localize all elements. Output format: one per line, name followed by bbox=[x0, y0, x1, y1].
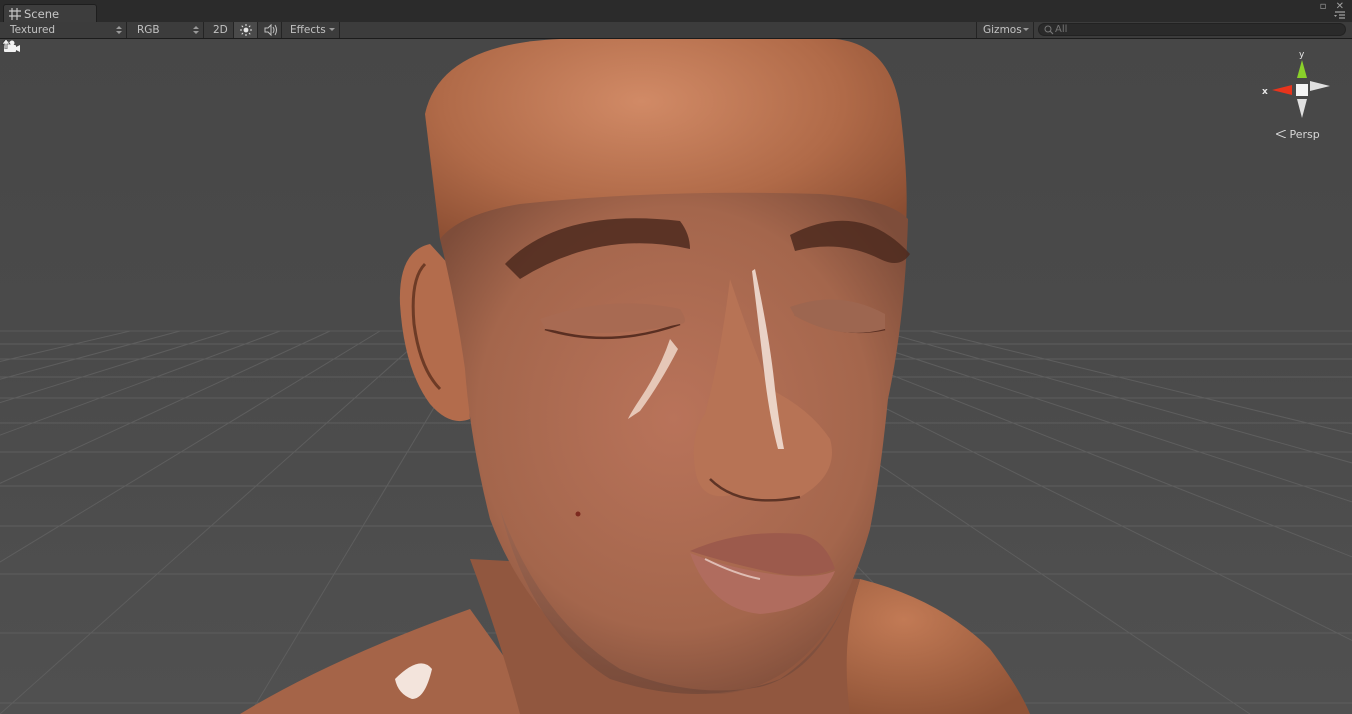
tab-scene[interactable]: Scene bbox=[3, 4, 97, 22]
sun-icon bbox=[240, 24, 252, 36]
dropdown-arrows-icon bbox=[193, 26, 199, 34]
orientation-gizmo[interactable]: y x bbox=[1256, 44, 1336, 124]
unity-editor: Scene ▫ ✕ Textured RGB 2D Effects Gizmos… bbox=[0, 0, 1352, 714]
search-input[interactable] bbox=[1055, 24, 1335, 35]
render-mode-label: RGB bbox=[137, 24, 160, 36]
gizmos-dropdown[interactable]: Gizmos bbox=[976, 22, 1034, 38]
2d-toggle-label: 2D bbox=[213, 24, 228, 36]
chevron-down-icon bbox=[329, 28, 335, 31]
menu-icon[interactable] bbox=[1334, 11, 1346, 21]
grid-icon bbox=[9, 8, 21, 20]
effects-dropdown[interactable]: Effects bbox=[284, 22, 340, 38]
scene-canvas bbox=[0, 39, 1352, 714]
gizmo-y-label: y bbox=[1299, 50, 1305, 60]
gizmo-center-cube[interactable] bbox=[1296, 84, 1308, 96]
tab-strip: Scene ▫ ✕ bbox=[0, 0, 1352, 22]
maximize-icon[interactable]: ▫ bbox=[1320, 1, 1327, 12]
tab-label: Scene bbox=[24, 7, 60, 21]
lighting-toggle-button[interactable] bbox=[234, 22, 258, 38]
axis-neg-x-cone[interactable] bbox=[1310, 81, 1330, 91]
cursor-icon bbox=[1, 39, 11, 49]
hierarchy-search[interactable] bbox=[1038, 23, 1346, 36]
scene-toolbar: Textured RGB 2D Effects Gizmos All bbox=[0, 22, 1352, 39]
mole bbox=[575, 511, 581, 517]
draw-mode-dropdown[interactable]: Textured bbox=[0, 22, 127, 38]
speaker-icon bbox=[264, 24, 277, 36]
dropdown-arrows-icon bbox=[116, 26, 122, 34]
projection-label: Persp bbox=[1289, 128, 1320, 141]
draw-mode-label: Textured bbox=[10, 24, 56, 36]
axis-neg-y-cone[interactable] bbox=[1297, 99, 1307, 118]
perspective-icon bbox=[1274, 129, 1287, 139]
axis-y-cone[interactable] bbox=[1297, 60, 1307, 78]
effects-label: Effects bbox=[290, 24, 326, 36]
2d-toggle-button[interactable]: 2D bbox=[207, 22, 234, 38]
gizmos-label: Gizmos bbox=[983, 24, 1022, 36]
projection-toggle[interactable]: Persp bbox=[1274, 128, 1320, 141]
scene-viewport[interactable] bbox=[0, 39, 1352, 714]
render-mode-dropdown[interactable]: RGB bbox=[127, 22, 204, 38]
chevron-down-icon bbox=[1023, 28, 1029, 31]
gizmo-x-label: x bbox=[1262, 87, 1268, 97]
audio-toggle-button[interactable] bbox=[258, 22, 282, 38]
axis-x-cone[interactable] bbox=[1272, 85, 1292, 95]
